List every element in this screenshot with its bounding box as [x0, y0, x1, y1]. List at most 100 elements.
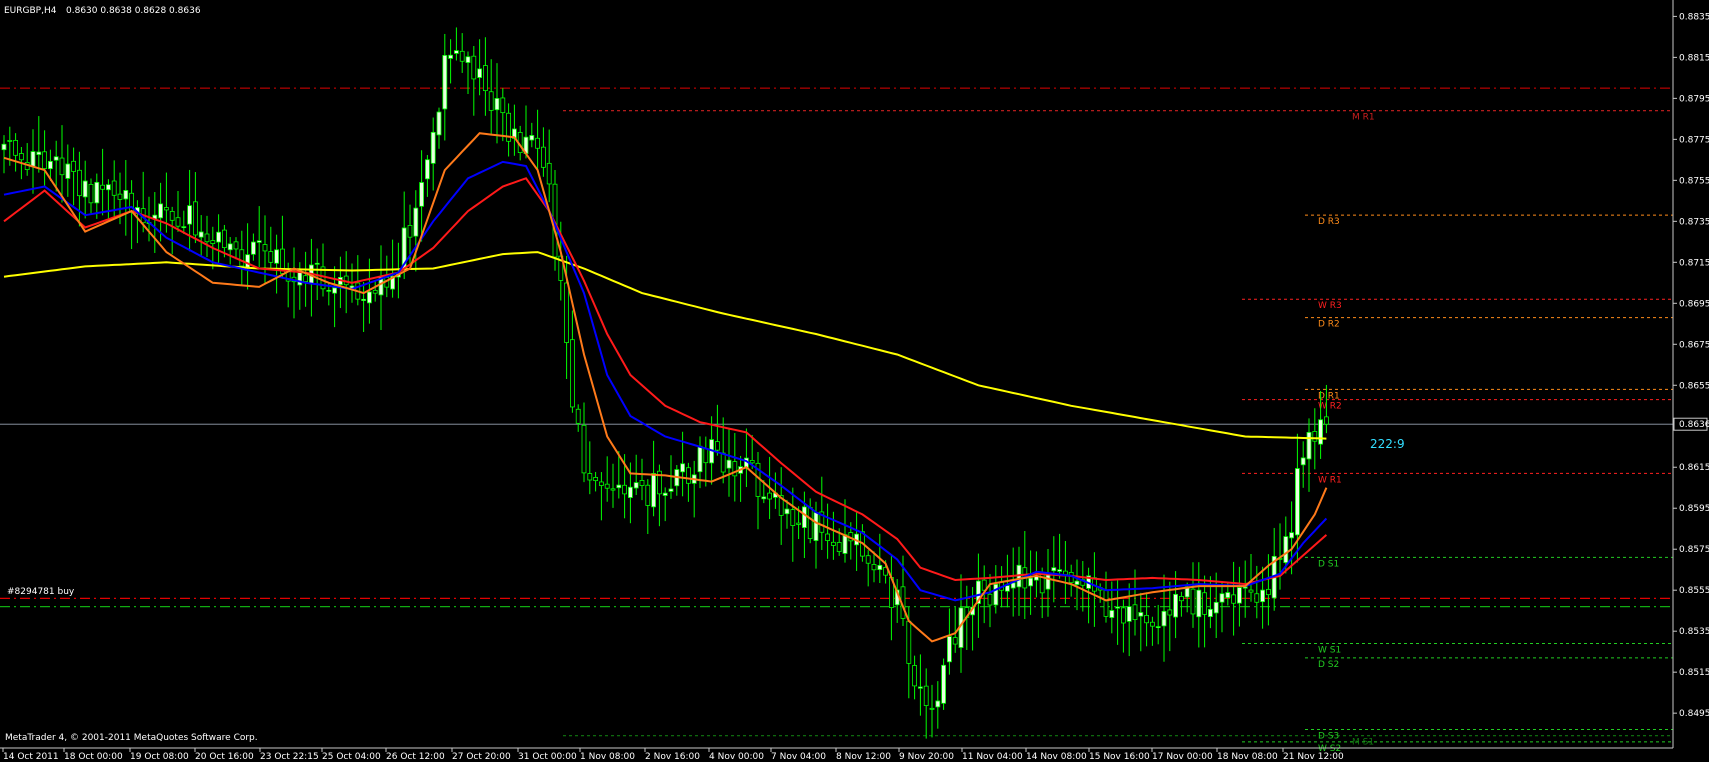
- candle-body-bull: [662, 492, 668, 496]
- candle-body-bull: [1306, 431, 1312, 460]
- candle-body-bull: [413, 207, 419, 237]
- candle-body-bull: [326, 289, 332, 292]
- candle-body-bear: [459, 50, 465, 62]
- candle-body-bull: [1045, 573, 1051, 590]
- candle-body-bear: [210, 240, 216, 244]
- price-chart[interactable]: M R1 D R3 W R3 D R2 D R1W R2 W R1 D S1 W S1 D S2…: [0, 0, 1709, 762]
- candle-body-bear: [732, 461, 738, 477]
- candle-body-bull: [633, 482, 639, 489]
- candle-body-bear: [18, 153, 24, 161]
- time-tick-label: 31 Oct 00:00: [518, 752, 577, 762]
- candle-body-bear: [541, 146, 546, 168]
- time-tick-label: 2 Nov 16:00: [645, 752, 700, 762]
- candle-body-bear: [906, 620, 912, 664]
- candle-body-bear: [175, 217, 181, 227]
- level-label-d-s3: D S3: [1318, 732, 1339, 742]
- candle-body-bull: [935, 700, 941, 708]
- candle-body-bull: [1, 143, 7, 151]
- chart-background: [0, 0, 1709, 762]
- candle-body-bear: [564, 282, 569, 343]
- candle-body-bear: [163, 207, 169, 211]
- price-tick-label: 0.8555: [1679, 586, 1709, 596]
- symbol-timeframe: EURGBP,H4: [4, 6, 57, 16]
- candle-body-bear: [262, 244, 268, 252]
- candle-body-bull: [628, 486, 633, 498]
- candle-body-bear: [372, 289, 378, 294]
- time-tick-label: 27 Oct 20:00: [452, 752, 511, 762]
- candle-body-bear: [192, 201, 198, 236]
- time-tick-label: 8 Nov 12:00: [836, 752, 891, 762]
- candle-body-bear: [790, 509, 796, 526]
- candle-body-bull: [1057, 569, 1062, 572]
- candle-body-bull: [842, 534, 848, 554]
- time-tick-label: 14 Oct 2011: [3, 752, 59, 762]
- candle-body-bull: [187, 205, 193, 225]
- candle-body-bear: [13, 140, 19, 156]
- candle-body-bear: [749, 460, 755, 464]
- candle-body-bull: [1155, 626, 1161, 629]
- time-tick-label: 17 Nov 00:00: [1152, 752, 1213, 762]
- candle-body-bull: [726, 459, 732, 469]
- candle-body-bull: [529, 135, 535, 141]
- candle-body-bull: [227, 243, 233, 251]
- candle-body-bull: [53, 156, 59, 161]
- price-tick-label: 0.8515: [1679, 668, 1709, 678]
- candle-body-bull: [198, 231, 204, 238]
- level-label-w-r2: W R2: [1318, 402, 1342, 412]
- price-tick-label: 0.8795: [1679, 94, 1709, 104]
- level-label-d-r1: D R1: [1318, 391, 1340, 401]
- candle-body-bear: [1312, 431, 1318, 442]
- candle-body-bull: [256, 240, 262, 243]
- candle-body-bear: [1324, 416, 1329, 425]
- level-label-w-r1: W R1: [1318, 475, 1342, 485]
- candle-body-bear: [825, 533, 830, 541]
- level-label-d-r2: D R2: [1318, 320, 1340, 330]
- candle-body-bear: [1266, 588, 1271, 596]
- candle-body-bear: [546, 162, 552, 185]
- candle-body-bull: [1318, 419, 1323, 445]
- candle-body-bull: [245, 254, 251, 268]
- candle-body-bear: [71, 160, 76, 172]
- candle-body-bear: [77, 169, 82, 197]
- candle-body-bull: [366, 291, 372, 304]
- candle-body-bear: [221, 229, 227, 249]
- candle-body-bull: [697, 445, 703, 473]
- candle-body-bear: [482, 65, 488, 92]
- candle-body-bear: [831, 541, 836, 546]
- candle-body-bear: [715, 441, 720, 451]
- candle-body-bull: [181, 226, 187, 229]
- level-label-d-s1: D S1: [1318, 559, 1339, 569]
- candle-body-bull: [453, 50, 459, 54]
- candle-body-bear: [836, 542, 842, 552]
- candle-body-bull: [1237, 587, 1242, 604]
- candle-body-bear: [7, 139, 13, 142]
- candle-body-bull: [158, 203, 164, 219]
- candle-body-bull: [65, 163, 71, 179]
- candle-body-bull: [94, 181, 100, 204]
- candle-body-bear: [407, 225, 413, 238]
- candle-body-bear: [604, 483, 610, 489]
- time-tick-label: 15 Nov 16:00: [1089, 752, 1150, 762]
- candle-body-bull: [1115, 606, 1120, 609]
- candle-body-bull: [216, 231, 222, 243]
- candle-body-bull: [106, 184, 111, 191]
- price-tick-label: 0.8575: [1679, 545, 1709, 555]
- candle-body-bull: [1260, 589, 1265, 603]
- time-tick-label: 25 Oct 04:00: [322, 752, 381, 762]
- time-tick-label: 9 Nov 20:00: [899, 752, 954, 762]
- candle-body-bull: [1219, 593, 1225, 603]
- candle-body-bull: [448, 54, 454, 59]
- level-label-d-s2: D S2: [1318, 660, 1339, 670]
- candle-body-bull: [1051, 567, 1057, 572]
- candle-body-bull: [48, 160, 53, 170]
- price-tick-label: 0.8835: [1679, 12, 1709, 22]
- candle-body-bear: [767, 492, 772, 500]
- candle-body-bear: [622, 484, 627, 495]
- candle-body-bear: [1231, 594, 1236, 604]
- ohlc-readout: 0.8630 0.8638 0.8628 0.8636: [66, 6, 201, 16]
- candle-body-bull: [1173, 593, 1178, 618]
- candle-body-bull: [784, 508, 790, 515]
- candle-body-bear: [1150, 621, 1155, 627]
- time-tick-label: 20 Oct 16:00: [195, 752, 254, 762]
- time-tick-label: 11 Nov 04:00: [962, 752, 1023, 762]
